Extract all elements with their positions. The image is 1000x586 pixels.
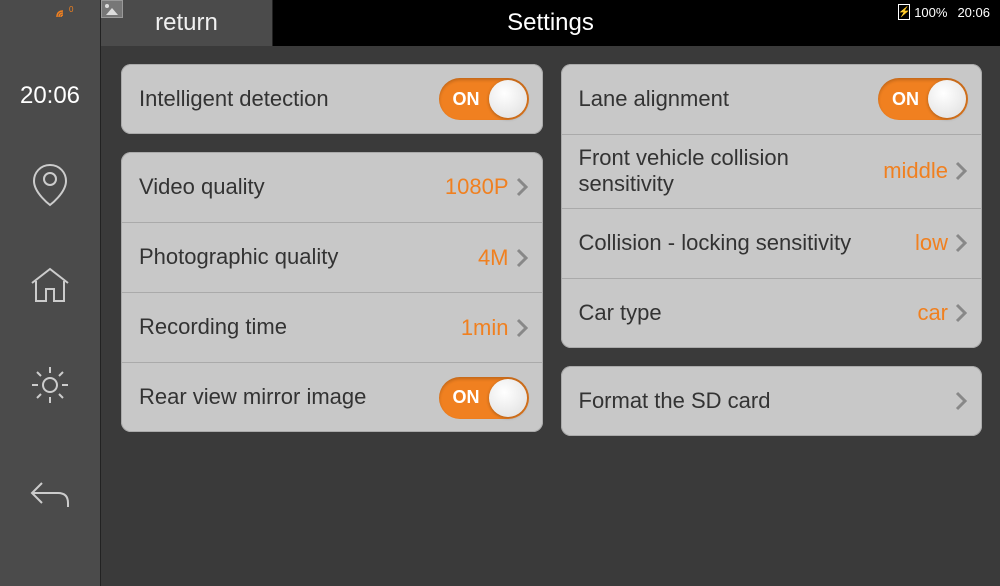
label-intelligent-detection: Intelligent detection [139,86,439,112]
location-icon[interactable] [25,160,75,210]
label-rear-view: Rear view mirror image [139,384,439,410]
status-bar: ⚡ 100% 20:06 [898,4,990,20]
row-front-collision[interactable]: Front vehicle collision sensitivity midd… [561,134,983,208]
label-front-collision: Front vehicle collision sensitivity [579,145,884,198]
toggle-lane-alignment[interactable]: ON [878,78,968,120]
value-photo-quality: 4M [478,245,509,271]
picture-icon [101,0,123,18]
label-recording-time: Recording time [139,314,461,340]
settings-column-right: Lane alignment ON Front vehicle collisio… [561,64,983,568]
chevron-right-icon [954,389,968,413]
value-video-quality: 1080P [445,174,509,200]
label-format-sd: Format the SD card [579,388,955,414]
chevron-right-icon [515,246,529,270]
value-recording-time: 1min [461,315,509,341]
settings-content: Intelligent detection ON Video quality 1… [101,46,1000,586]
row-recording-time[interactable]: Recording time 1min [121,292,543,362]
row-lane-alignment[interactable]: Lane alignment ON [561,64,983,134]
toggle-state: ON [892,89,919,110]
row-video-quality[interactable]: Video quality 1080P [121,152,543,222]
sidebar: 0 20:06 [0,0,100,586]
panel-intelligent-detection: Intelligent detection ON [121,64,543,134]
toggle-intelligent-detection[interactable]: ON [439,78,529,120]
battery-icon: ⚡ [898,4,910,20]
row-car-type[interactable]: Car type car [561,278,983,348]
signal-icon: 0 [55,5,73,22]
return-label: return [155,9,218,37]
toggle-knob [489,80,527,118]
chevron-right-icon [515,316,529,340]
panel-format-sd: Format the SD card [561,366,983,436]
settings-column-left: Intelligent detection ON Video quality 1… [121,64,543,568]
row-collision-lock[interactable]: Collision - locking sensitivity low [561,208,983,278]
toggle-state: ON [453,387,480,408]
label-video-quality: Video quality [139,174,445,200]
chevron-right-icon [954,231,968,255]
status-time: 20:06 [957,5,990,20]
sidebar-clock: 20:06 [20,82,80,110]
chevron-right-icon [515,175,529,199]
row-format-sd[interactable]: Format the SD card [561,366,983,436]
row-rear-view[interactable]: Rear view mirror image ON [121,362,543,432]
toggle-state: ON [453,89,480,110]
label-car-type: Car type [579,300,918,326]
label-collision-lock: Collision - locking sensitivity [579,230,915,256]
row-photo-quality[interactable]: Photographic quality 4M [121,222,543,292]
toggle-knob [928,80,966,118]
home-icon[interactable] [25,260,75,310]
chevron-right-icon [954,301,968,325]
label-photo-quality: Photographic quality [139,244,478,270]
back-icon[interactable] [25,470,75,520]
return-button[interactable]: return [101,0,273,46]
toggle-rear-view[interactable]: ON [439,377,529,419]
battery-percent: 100% [914,5,947,20]
gear-icon[interactable] [25,360,75,410]
value-car-type: car [917,300,948,326]
main-area: return Settings ⚡ 100% 20:06 Intelligent… [100,0,1000,586]
panel-driving-assist: Lane alignment ON Front vehicle collisio… [561,64,983,348]
label-lane-alignment: Lane alignment [579,86,879,112]
page-title: Settings [507,9,594,37]
row-intelligent-detection[interactable]: Intelligent detection ON [121,64,543,134]
topbar: return Settings ⚡ 100% 20:06 [101,0,1000,46]
value-collision-lock: low [915,230,948,256]
toggle-knob [489,379,527,417]
value-front-collision: middle [883,158,948,184]
chevron-right-icon [954,159,968,183]
panel-video-settings: Video quality 1080P Photographic quality… [121,152,543,432]
